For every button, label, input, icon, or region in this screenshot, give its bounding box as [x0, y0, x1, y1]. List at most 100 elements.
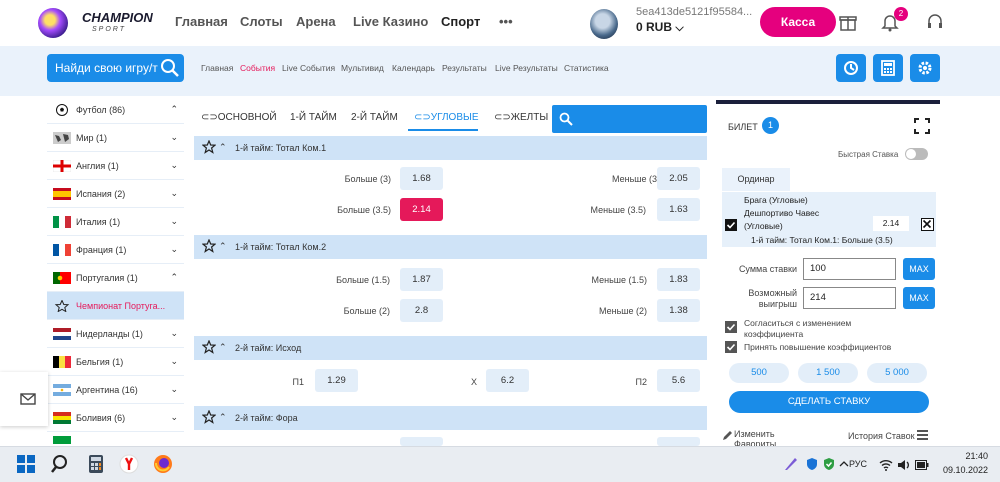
tab-first-half[interactable]: 1-Й ТАЙМ: [290, 112, 337, 123]
italy-flag-icon: [53, 216, 71, 228]
chevron-up-icon[interactable]: [839, 459, 849, 469]
bet-history-link[interactable]: История Ставок: [848, 429, 929, 441]
battery-icon[interactable]: [915, 460, 929, 470]
sidebar-item-belgium[interactable]: Бельгия (1) ⌄: [47, 348, 184, 376]
shield-icon[interactable]: [805, 457, 819, 471]
odds-button[interactable]: 1.29: [315, 369, 358, 392]
sub-link-live-results[interactable]: Live Результаты: [495, 63, 558, 73]
accept-increase-checkbox[interactable]: [725, 341, 737, 353]
security-check-icon[interactable]: [822, 457, 836, 471]
odds-button[interactable]: 5.6: [657, 369, 700, 392]
star-icon[interactable]: [201, 409, 217, 426]
language-indicator[interactable]: РУС: [849, 459, 867, 469]
yandex-browser-icon[interactable]: [119, 454, 139, 474]
fast-bet-toggle[interactable]: [905, 148, 928, 160]
belgium-flag-icon: [53, 356, 71, 368]
sidebar-item-football[interactable]: Футбол (86) ⌃: [47, 96, 184, 124]
tab-main[interactable]: ⊂⊃ОСНОВНОЙ: [201, 112, 277, 123]
odds-button[interactable]: 1.87: [400, 268, 443, 291]
tab-yellow-cards[interactable]: ⊂⊃ЖЕЛТЫ: [494, 112, 548, 123]
sub-link-statistics[interactable]: Статистика: [564, 63, 609, 73]
nav-slots[interactable]: Слоты: [240, 14, 283, 29]
tab-single[interactable]: Ординар: [722, 168, 790, 191]
mail-widget[interactable]: [0, 372, 48, 426]
avatar[interactable]: [590, 9, 618, 39]
sidebar-item-world[interactable]: Мир (1) ⌄: [47, 124, 184, 152]
place-bet-button[interactable]: СДЕЛАТЬ СТАВКУ: [729, 391, 929, 413]
firefox-icon[interactable]: [153, 454, 173, 474]
odds-button-selected[interactable]: 2.14: [400, 198, 443, 221]
calculator-app-icon[interactable]: [86, 454, 106, 474]
sub-link-multiview[interactable]: Мультивид: [341, 63, 384, 73]
champion-logo[interactable]: CHAMPION SPORT: [38, 6, 168, 40]
search-icon[interactable]: [51, 454, 71, 474]
odds-button[interactable]: 1.83: [657, 268, 700, 291]
clock-date[interactable]: 09.10.2022: [930, 465, 988, 475]
market-header[interactable]: ⌃ 2-й тайм: Фора: [194, 406, 707, 430]
expand-icon[interactable]: [914, 118, 930, 134]
quick-stake-button[interactable]: 5 000: [867, 363, 927, 383]
star-icon[interactable]: [53, 300, 71, 312]
clock-time[interactable]: 21:40: [944, 451, 988, 461]
cashier-button[interactable]: Касса: [760, 7, 836, 37]
settings-button[interactable]: [910, 54, 940, 82]
odds-button[interactable]: 1.63: [657, 198, 700, 221]
star-icon[interactable]: [201, 238, 217, 255]
nav-live-casino[interactable]: Live Казино: [353, 14, 428, 29]
market-search[interactable]: [552, 105, 707, 133]
sidebar-item-next[interactable]: [47, 432, 184, 446]
sub-link-results[interactable]: Результаты: [442, 63, 487, 73]
star-icon[interactable]: [201, 139, 217, 156]
market-search-input[interactable]: [576, 111, 702, 127]
odds-button[interactable]: 2.8: [400, 299, 443, 322]
sub-link-live-events[interactable]: Live События: [282, 63, 335, 73]
gift-icon[interactable]: [838, 12, 858, 32]
win-max-button[interactable]: MAX: [903, 287, 935, 309]
odds-button[interactable]: [657, 437, 700, 446]
sidebar-item-italy[interactable]: Италия (1) ⌄: [47, 208, 184, 236]
nav-sport[interactable]: Спорт: [441, 14, 480, 29]
windows-start-icon[interactable]: [16, 454, 36, 474]
odds-button[interactable]: 2.05: [657, 167, 700, 190]
sidebar-item-portugal-championship[interactable]: Чемпионат Португа...: [47, 292, 184, 320]
sub-link-home[interactable]: Главная: [201, 63, 233, 73]
headset-icon[interactable]: [925, 12, 945, 32]
market-header[interactable]: ⌃ 1-й тайм: Тотал Ком.2: [194, 235, 707, 259]
sidebar-item-portugal[interactable]: Португалия (1) ⌃: [47, 264, 184, 292]
calculator-button[interactable]: [873, 54, 903, 82]
star-icon[interactable]: [201, 339, 217, 356]
odds-button[interactable]: 6.2: [486, 369, 529, 392]
sidebar-item-france[interactable]: Франция (1) ⌄: [47, 236, 184, 264]
market-header[interactable]: ⌃ 1-й тайм: Тотал Ком.1: [194, 136, 707, 160]
market-header[interactable]: ⌃ 2-й тайм: Исход: [194, 336, 707, 360]
balance[interactable]: 0 RUB ⌵: [636, 20, 684, 35]
sidebar-item-netherlands[interactable]: Нидерланды (1) ⌄: [47, 320, 184, 348]
odds-button[interactable]: 1.68: [400, 167, 443, 190]
tab-second-half[interactable]: 2-Й ТАЙМ: [351, 112, 398, 123]
sidebar-item-bolivia[interactable]: Боливия (6) ⌄: [47, 404, 184, 432]
wifi-icon[interactable]: [879, 459, 893, 471]
nav-home[interactable]: Главная: [175, 14, 228, 29]
odds-button[interactable]: [400, 437, 443, 446]
remove-bet-button[interactable]: [921, 218, 934, 231]
game-search-button[interactable]: Найди свою игру/т: [47, 54, 184, 82]
quick-stake-button[interactable]: 1 500: [798, 363, 858, 383]
tab-corners[interactable]: ⊂⊃УГЛОВЫЕ: [414, 112, 479, 123]
sub-link-events[interactable]: События: [240, 63, 275, 73]
volume-icon[interactable]: [897, 459, 911, 471]
pen-icon[interactable]: [783, 456, 799, 472]
sidebar-item-argentina[interactable]: Аргентина (16) ⌄: [47, 376, 184, 404]
sub-link-calendar[interactable]: Календарь: [392, 63, 435, 73]
quick-stake-button[interactable]: 500: [729, 363, 789, 383]
nav-arena[interactable]: Арена: [296, 14, 336, 29]
odds-button[interactable]: 1.38: [657, 299, 700, 322]
possible-win-input[interactable]: 214: [803, 287, 896, 309]
bet-checkbox[interactable]: [725, 219, 737, 231]
nav-more[interactable]: •••: [499, 14, 513, 29]
stake-input[interactable]: 100: [803, 258, 896, 280]
history-button[interactable]: [836, 54, 866, 82]
sidebar-item-spain[interactable]: Испания (2) ⌄: [47, 180, 184, 208]
accept-change-checkbox[interactable]: [725, 321, 737, 333]
sidebar-item-england[interactable]: Англия (1) ⌄: [47, 152, 184, 180]
stake-max-button[interactable]: MAX: [903, 258, 935, 280]
